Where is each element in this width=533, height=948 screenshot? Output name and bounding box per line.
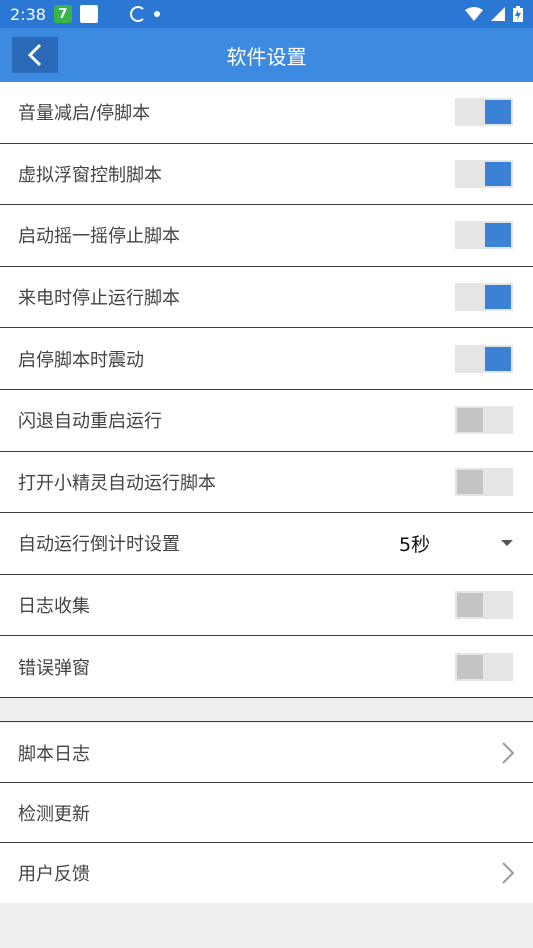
setting-label: 日志收集 — [18, 596, 90, 618]
chevron-right-icon — [502, 862, 515, 884]
error-popup-toggle[interactable] — [455, 652, 513, 681]
volume-script-toggle[interactable] — [455, 98, 513, 127]
vibrate-toggle[interactable] — [455, 344, 513, 373]
page-title: 软件设置 — [226, 44, 307, 69]
setting-label: 启动摇一摇停止脚本 — [18, 226, 180, 248]
link-label: 检测更新 — [18, 803, 90, 825]
countdown-select[interactable]: 5秒 — [399, 530, 513, 557]
setting-row-shake-stop: 启动摇一摇停止脚本 — [0, 205, 533, 267]
settings-list: 音量减启/停脚本 虚拟浮窗控制脚本 启动摇一摇停止脚本 来电时停止运行脚本 启停… — [0, 82, 533, 722]
wifi-icon — [465, 7, 483, 21]
script-log-link[interactable]: 脚本日志 — [0, 723, 533, 783]
link-label: 用户反馈 — [18, 864, 90, 885]
setting-label: 启停脚本时震动 — [18, 349, 144, 371]
status-bar: 2:38 7 — [0, 0, 533, 28]
setting-row-volume-toggle: 音量减启/停脚本 — [0, 82, 533, 144]
auto-run-toggle[interactable] — [455, 467, 513, 496]
setting-row-vibrate: 启停脚本时震动 — [0, 328, 533, 390]
section-divider — [0, 697, 533, 722]
log-collect-toggle[interactable] — [455, 591, 513, 620]
shake-stop-toggle[interactable] — [455, 221, 513, 250]
setting-label: 虚拟浮窗控制脚本 — [18, 164, 162, 186]
setting-row-call-stop: 来电时停止运行脚本 — [0, 266, 533, 329]
sync-icon — [129, 6, 146, 22]
setting-row-auto-run: 打开小精灵自动运行脚本 — [0, 451, 533, 514]
setting-label: 自动运行倒计时设置 — [18, 534, 180, 556]
setting-label: 错误弹窗 — [18, 657, 90, 679]
link-label: 脚本日志 — [18, 743, 90, 765]
dropdown-arrow-icon — [501, 540, 513, 547]
call-stop-toggle[interactable] — [455, 283, 513, 312]
chevron-right-icon — [502, 741, 515, 764]
countdown-value: 5秒 — [399, 533, 431, 556]
back-arrow-icon — [27, 43, 42, 67]
setting-row-countdown: 自动运行倒计时设置 5秒 — [0, 513, 533, 575]
setting-label: 音量减启/停脚本 — [18, 103, 151, 125]
feedback-link[interactable]: 用户反馈 — [0, 843, 533, 903]
status-time: 2:38 — [10, 4, 46, 24]
battery-icon — [513, 6, 523, 22]
setting-row-error-popup: 错误弹窗 — [0, 636, 533, 698]
floating-window-toggle[interactable] — [455, 159, 513, 188]
setting-row-log-collect: 日志收集 — [0, 574, 533, 637]
app-header: 软件设置 — [0, 28, 533, 82]
dot-icon — [153, 11, 160, 17]
grid-notification-icon — [106, 6, 122, 22]
signal-icon — [491, 7, 505, 21]
back-button[interactable] — [12, 37, 58, 73]
notification-badge-icon: 7 — [53, 5, 72, 23]
setting-label: 来电时停止运行脚本 — [18, 288, 180, 310]
links-list: 脚本日志 检测更新 用户反馈 — [0, 723, 533, 903]
crash-restart-toggle[interactable] — [455, 406, 513, 435]
setting-label: 打开小精灵自动运行脚本 — [18, 472, 216, 494]
setting-row-floating-window: 虚拟浮窗控制脚本 — [0, 143, 533, 206]
setting-row-crash-restart: 闪退自动重启运行 — [0, 389, 533, 452]
check-update-link[interactable]: 检测更新 — [0, 783, 533, 843]
image-notification-icon — [79, 5, 98, 23]
setting-label: 闪退自动重启运行 — [18, 411, 162, 433]
